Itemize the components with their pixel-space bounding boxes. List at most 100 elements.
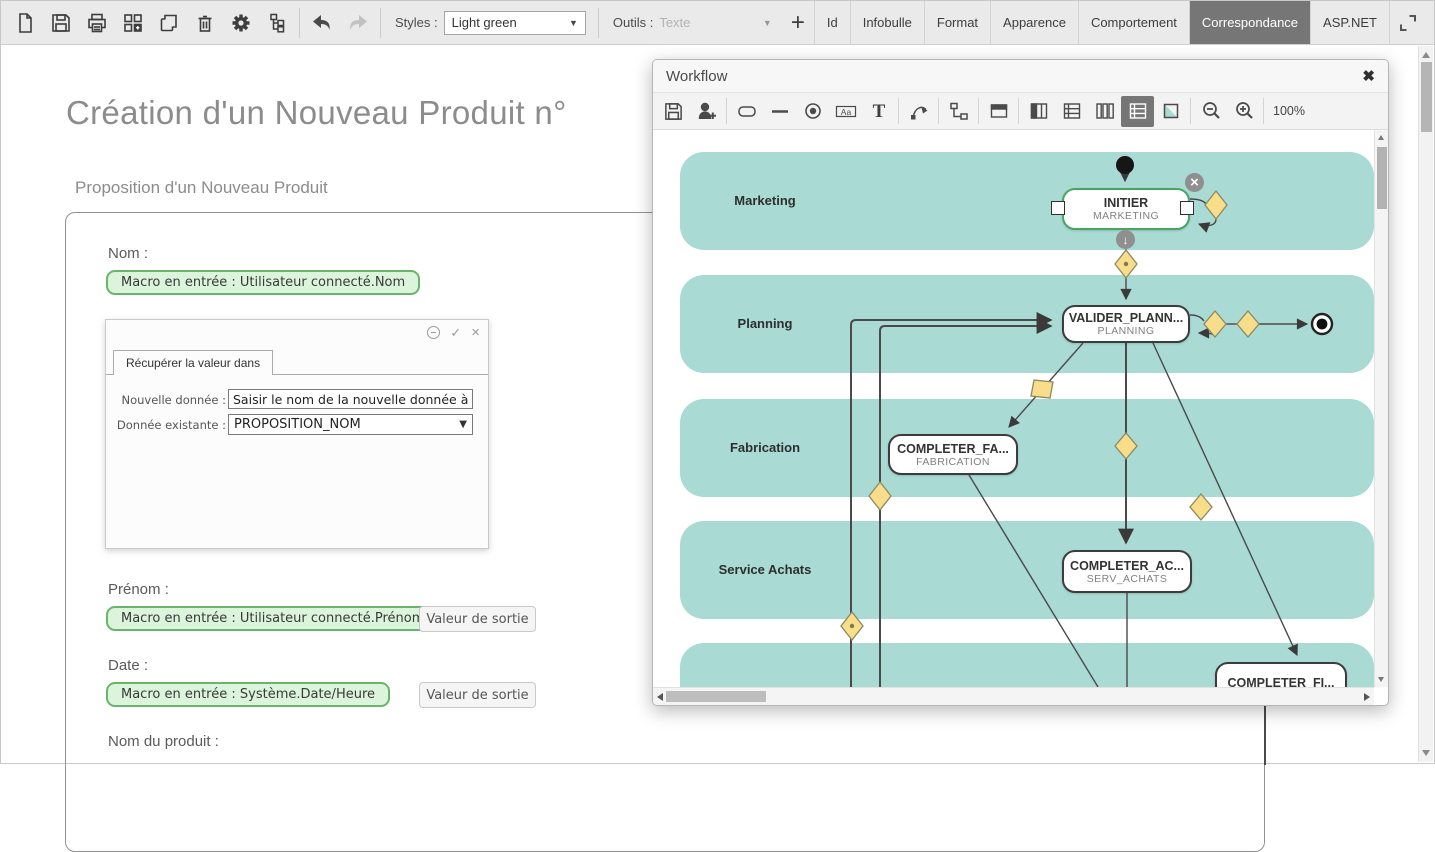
toolbar-separator [978, 98, 979, 124]
prenom-macro-pill[interactable]: Macro en entrée : Utilisateur connecté.P… [106, 606, 439, 631]
resize-handle-left[interactable] [1051, 201, 1065, 215]
curve-tool-icon[interactable] [902, 96, 935, 127]
add-transition-icon[interactable] [1116, 230, 1135, 249]
chevron-down-icon: ▼ [569, 18, 578, 28]
scroll-left-icon[interactable] [657, 693, 663, 701]
collapse-icon[interactable] [427, 326, 440, 339]
theme-color-icon[interactable] [1154, 96, 1187, 127]
delete-node-icon[interactable] [1185, 173, 1204, 192]
node-completer-achats[interactable]: COMPLETER_AC... SERV_ACHATS [1062, 550, 1192, 593]
tab-correspondance[interactable]: Correspondance [1189, 1, 1310, 44]
svg-text:Aa: Aa [840, 107, 851, 117]
scrollbar-thumb[interactable] [1377, 147, 1387, 209]
close-icon[interactable] [1362, 67, 1375, 85]
node-title: VALIDER_PLANN... [1069, 311, 1183, 325]
workflow-dialog-title: Workflow [666, 68, 727, 85]
text-icon[interactable]: T [862, 96, 895, 127]
tab-infobulle[interactable]: Infobulle [850, 1, 924, 44]
nom-macro-pill[interactable]: Macro en entrée : Utilisateur connecté.N… [106, 270, 420, 295]
zoom-in-icon[interactable] [1227, 96, 1260, 127]
columns-table-icon[interactable] [1022, 96, 1055, 127]
node-valider-planning[interactable]: VALIDER_PLANN... PLANNING [1062, 305, 1190, 343]
label-icon[interactable]: Aa [829, 96, 862, 127]
outils-select[interactable]: Outils : Texte ▼ [603, 1, 782, 44]
node-initier[interactable]: INITIER MARKETING [1062, 188, 1190, 230]
popup-tab[interactable]: Récupérer la valeur dans [113, 350, 273, 375]
print-icon[interactable] [79, 5, 115, 41]
save-icon[interactable] [657, 96, 690, 127]
chevron-down-icon: ▼ [459, 419, 467, 430]
redo-icon[interactable] [340, 5, 376, 41]
toolbar-separator [1263, 98, 1264, 124]
transition-line-icon[interactable] [763, 96, 796, 127]
tab-comportement[interactable]: Comportement [1078, 1, 1189, 44]
end-node [1312, 314, 1332, 334]
prenom-label: Prénom : [108, 581, 169, 598]
save-icon[interactable] [43, 5, 79, 41]
workflow-canvas[interactable]: Marketing Planning Fabrication Service A… [653, 130, 1374, 687]
tree-layout-icon[interactable] [942, 96, 975, 127]
confirm-icon[interactable] [450, 326, 461, 339]
tab-apparence[interactable]: Apparence [990, 1, 1078, 44]
scroll-up-icon[interactable] [1422, 52, 1430, 58]
scroll-up-icon[interactable] [1378, 135, 1384, 140]
toolbar-separator [598, 8, 599, 38]
close-icon[interactable] [471, 325, 480, 340]
tab-id[interactable]: Id [814, 1, 850, 44]
svg-text:T: T [872, 101, 885, 122]
date-label: Date : [108, 657, 148, 674]
node-subtitle: SERV_ACHATS [1087, 573, 1167, 585]
rows-table-icon[interactable] [1055, 96, 1088, 127]
date-macro-pill[interactable]: Macro en entrée : Système.Date/Heure [106, 682, 390, 707]
scrollbar-thumb[interactable] [666, 691, 766, 702]
workflow-dialog-header[interactable]: Workflow [653, 60, 1388, 93]
new-document-icon[interactable] [7, 5, 43, 41]
settings-icon[interactable] [223, 5, 259, 41]
vertical-lanes-icon[interactable] [1088, 96, 1121, 127]
prenom-output-button[interactable]: Valeur de sortie [419, 606, 536, 632]
horizontal-lanes-icon[interactable] [1121, 96, 1154, 127]
node-completer-fabrication[interactable]: COMPLETER_FA... FABRICATION [888, 434, 1018, 475]
zoom-out-icon[interactable] [1194, 96, 1227, 127]
workflow-toolbar: Aa T [653, 93, 1388, 130]
resize-handle-right[interactable] [1180, 201, 1194, 215]
page-title: Création d'un Nouveau Produit n° [66, 94, 567, 132]
undo-icon[interactable] [304, 5, 340, 41]
add-actor-icon[interactable] [690, 96, 723, 127]
toolbar-separator [1018, 98, 1019, 124]
node-subtitle: FABRICATION [916, 456, 990, 468]
scrollbar-thumb[interactable] [1421, 62, 1432, 132]
styles-select[interactable]: Light green ▼ [444, 11, 586, 35]
scroll-down-icon[interactable] [1378, 677, 1384, 682]
add-widget-icon[interactable] [115, 5, 151, 41]
toolbar-separator [938, 98, 939, 124]
styles-label: Styles : [395, 15, 438, 30]
tree-view-icon[interactable] [259, 5, 295, 41]
scroll-right-icon[interactable] [1364, 693, 1370, 701]
action-node-icon[interactable] [730, 96, 763, 127]
add-tool-button[interactable]: + [782, 1, 814, 44]
node-title: COMPLETER_AC... [1070, 559, 1184, 573]
workflow-dialog: Workflow Aa T [652, 59, 1389, 706]
dialog-horizontal-scrollbar[interactable] [653, 687, 1374, 705]
node-completer-finance[interactable]: COMPLETER_FI... [1215, 662, 1347, 687]
window-vertical-scrollbar[interactable] [1418, 46, 1433, 762]
main-toolbar: Styles : Light green ▼ Outils : Texte ▼ … [1, 1, 1434, 45]
tab-aspnet[interactable]: ASP.NET [1310, 1, 1390, 44]
node-subtitle: PLANNING [1098, 325, 1155, 337]
new-data-input[interactable] [228, 389, 473, 409]
tab-format[interactable]: Format [924, 1, 990, 44]
property-tabs: Id Infobulle Format Apparence Comporteme… [814, 1, 1390, 44]
date-output-button[interactable]: Valeur de sortie [419, 682, 536, 708]
end-node-icon[interactable] [796, 96, 829, 127]
delete-icon[interactable] [187, 5, 223, 41]
duplicate-icon[interactable] [151, 5, 187, 41]
lane-header-icon[interactable] [982, 96, 1015, 127]
expand-icon[interactable] [1390, 5, 1426, 41]
existing-data-select[interactable]: PROPOSITION_NOM ▼ [228, 414, 473, 435]
dialog-vertical-scrollbar[interactable] [1374, 130, 1388, 687]
toolbar-separator [898, 98, 899, 124]
scroll-down-icon[interactable] [1422, 750, 1430, 756]
workflow-connectors [653, 130, 1374, 687]
popup-header [106, 320, 488, 344]
